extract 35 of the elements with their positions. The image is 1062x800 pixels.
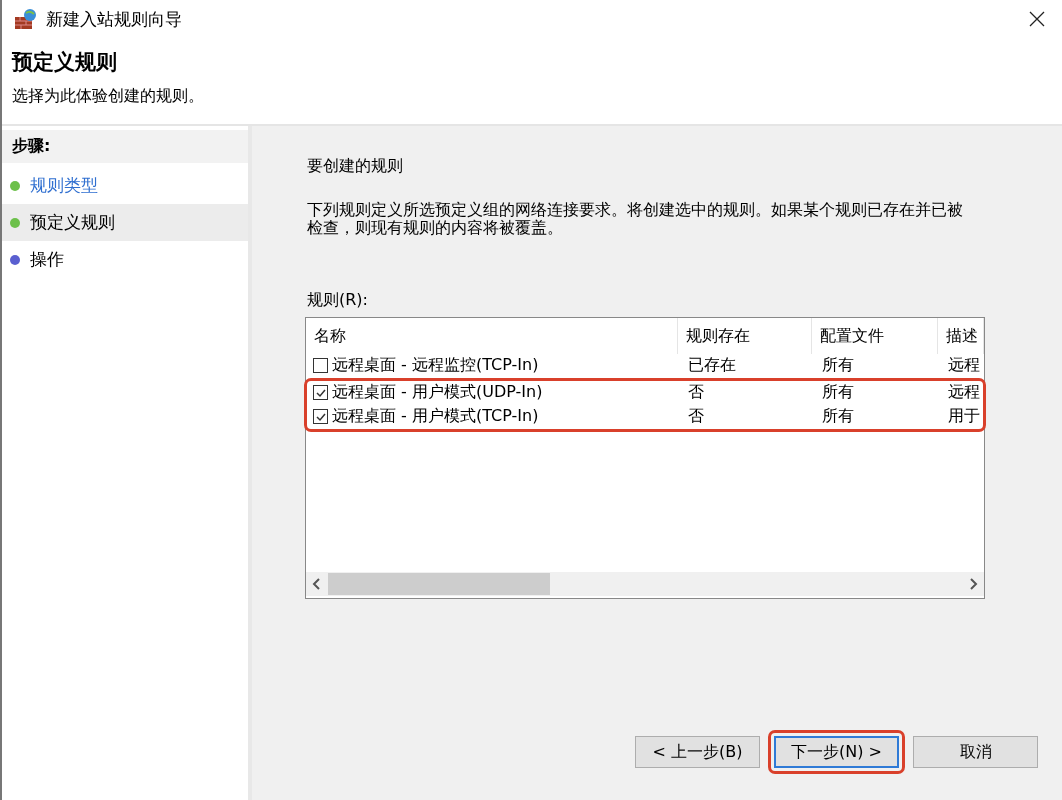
column-header[interactable]: 规则存在: [678, 317, 812, 354]
description-text: 下列规则定义所选预定义组的网络连接要求。将创建选中的规则。如果某个规则已存在并已被检查，则现有规则的内容将被覆盖。: [307, 201, 964, 238]
checkbox[interactable]: [313, 409, 328, 425]
horizontal-scrollbar[interactable]: [306, 571, 984, 596]
step-item[interactable]: 操作: [2, 241, 248, 278]
column-header[interactable]: 名称: [306, 317, 678, 354]
scrollbar-thumb[interactable]: [328, 572, 550, 595]
step-item[interactable]: 预定义规则: [2, 204, 248, 241]
table-cell-text: 所有: [821, 355, 855, 377]
column-header[interactable]: 描述: [938, 317, 984, 354]
table-cell: 远程桌面 - 用户模式(UDP-In): [332, 382, 543, 404]
table-cell-text: 远程: [947, 382, 981, 404]
page-subtitle: 选择为此体验创建的规则。: [12, 86, 205, 107]
column-header[interactable]: 配置文件: [812, 317, 938, 354]
wizard-button[interactable]: < 上一步(B): [635, 736, 760, 768]
table-cell-text: 用于: [947, 406, 981, 428]
table-cell: 远程桌面 - 用户模式(TCP-In): [332, 406, 539, 428]
checkbox[interactable]: [313, 358, 328, 374]
table-cell-text: 已存在: [687, 355, 737, 377]
firewall-icon: [14, 8, 38, 30]
table-cell-text: 否: [687, 382, 705, 404]
wizard-button[interactable]: 取消: [913, 736, 1038, 768]
table-cell-text: 所有: [821, 382, 855, 404]
table-cell-text: 所有: [821, 406, 855, 428]
list-label: 规则(R):: [307, 289, 369, 311]
step-item[interactable]: 规则类型: [2, 167, 248, 204]
table-cell-text: 远程: [947, 355, 981, 377]
section-heading: 要创建的规则: [307, 156, 404, 177]
table-cell-text: 否: [687, 406, 705, 428]
checkbox[interactable]: [313, 385, 328, 401]
page-title: 预定义规则: [12, 49, 118, 76]
steps-heading: 步骤:: [2, 130, 248, 163]
window-title: 新建入站规则向导: [46, 7, 182, 31]
table-cell: 远程桌面 - 远程监控(TCP-In): [332, 355, 539, 377]
wizard-button[interactable]: 下一步(N) >: [774, 736, 899, 768]
